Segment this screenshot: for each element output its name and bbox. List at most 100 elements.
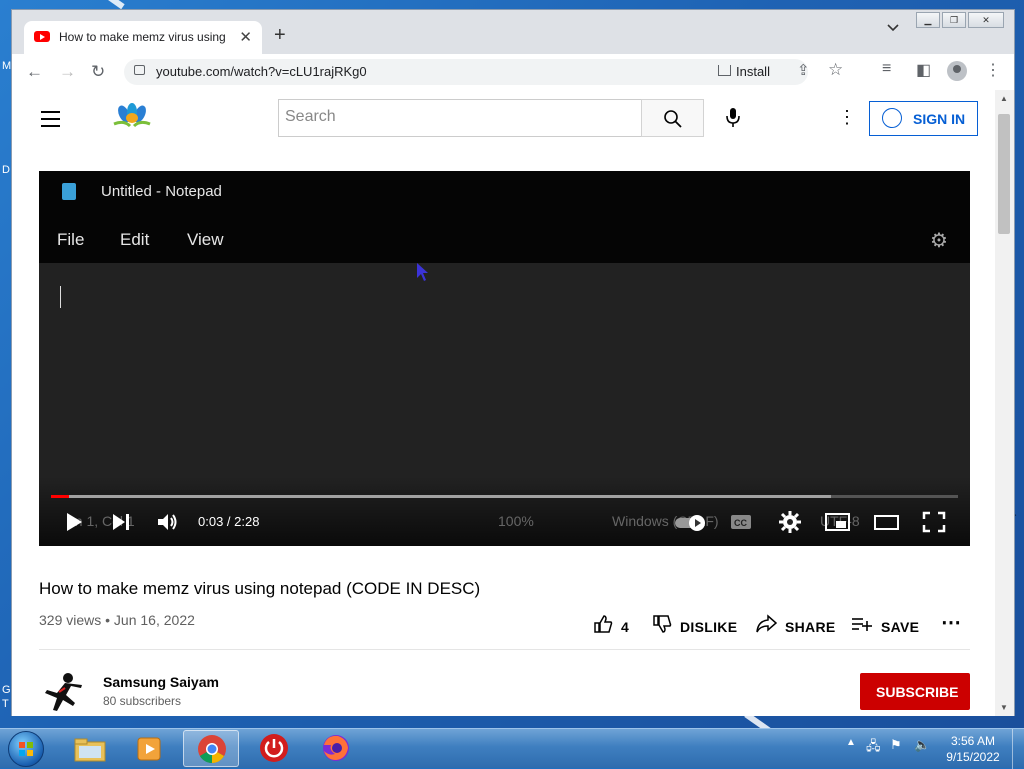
desktop-icon-label[interactable]: D xyxy=(2,164,10,176)
folder-icon xyxy=(74,738,106,762)
subscriber-count: 80 subscribers xyxy=(103,694,182,708)
side-panel-icon[interactable]: ◧ xyxy=(916,60,931,80)
dislike-button[interactable]: DISLIKE xyxy=(652,614,737,635)
scroll-down-icon[interactable]: ▼ xyxy=(1000,703,1008,712)
hamburger-menu-icon[interactable] xyxy=(41,111,60,132)
tab-title: How to make memz virus using n xyxy=(59,30,229,44)
page-scrollbar[interactable]: ▲ ▼ xyxy=(995,90,1014,716)
notepad-menu-view: View xyxy=(187,230,224,249)
search-input[interactable]: Search xyxy=(278,99,642,137)
search-icon xyxy=(664,110,682,128)
address-bar[interactable]: youtube.com/watch?v=cLU1rajRKg0 Install … xyxy=(124,59,843,85)
install-button[interactable]: Install xyxy=(736,64,770,79)
save-label: SAVE xyxy=(881,619,920,635)
thumbs-up-icon xyxy=(594,615,613,633)
action-center-flag-icon[interactable]: ⚑ xyxy=(890,737,902,753)
next-video-icon[interactable] xyxy=(111,510,133,534)
like-count: 4 xyxy=(621,619,630,635)
profile-avatar-icon[interactable] xyxy=(947,61,967,81)
notepad-icon xyxy=(62,183,76,200)
start-button[interactable] xyxy=(8,731,44,767)
notepad-title: Untitled - Notepad xyxy=(101,183,222,200)
close-window-button[interactable]: ✕ xyxy=(968,12,1004,28)
settings-kebab-icon[interactable]: ⋮ xyxy=(838,108,856,126)
account-circle-icon xyxy=(882,108,902,128)
taskbar-chrome[interactable] xyxy=(183,730,239,767)
firefox-icon xyxy=(323,735,349,761)
text-caret xyxy=(60,286,61,308)
site-logo-icon[interactable] xyxy=(104,102,160,132)
svg-text:CC: CC xyxy=(734,518,747,528)
browser-window: How to make memz virus using n ✕ + ▁ ❐ ✕… xyxy=(11,9,1015,716)
search-button[interactable] xyxy=(641,99,704,137)
autoplay-toggle[interactable] xyxy=(673,510,709,534)
microphone-icon[interactable] xyxy=(720,104,746,130)
minimize-window-button[interactable]: ▁ xyxy=(916,12,940,28)
back-arrow-icon[interactable]: ← xyxy=(26,62,43,82)
tab-search-chevron-icon[interactable] xyxy=(887,24,899,32)
save-button[interactable]: SAVE xyxy=(851,614,919,635)
youtube-favicon-icon xyxy=(34,31,50,42)
taskbar: ▲ 🖧 ⚑ 🔈 3:56 AM 9/15/2022 xyxy=(0,728,1024,769)
settings-gear-icon[interactable] xyxy=(778,510,802,534)
tray-expand-icon[interactable]: ▲ xyxy=(846,737,856,748)
show-desktop-button[interactable] xyxy=(1012,729,1024,769)
channel-avatar[interactable] xyxy=(39,668,87,716)
taskbar-explorer[interactable] xyxy=(62,730,118,767)
theater-mode-icon[interactable] xyxy=(873,510,901,534)
taskbar-media-player[interactable] xyxy=(122,730,178,767)
new-tab-button[interactable]: + xyxy=(274,24,286,47)
subscribe-button[interactable]: SUBSCRIBE xyxy=(860,673,970,710)
reload-icon[interactable]: ↻ xyxy=(91,62,105,82)
time-display: 0:03 / 2:28 xyxy=(198,514,260,529)
scrollbar-thumb[interactable] xyxy=(998,114,1010,234)
wallpaper-streak xyxy=(93,0,125,10)
media-queue-icon[interactable]: ≡ xyxy=(882,60,891,78)
video-progress-bar[interactable] xyxy=(51,495,958,498)
system-clock[interactable]: 3:56 AM 9/15/2022 xyxy=(940,733,1006,765)
browser-tab[interactable]: How to make memz virus using n ✕ xyxy=(24,21,262,54)
buffered-bar xyxy=(51,495,832,498)
windows-logo-icon xyxy=(19,742,33,756)
install-icon[interactable] xyxy=(718,65,731,76)
play-icon[interactable] xyxy=(64,510,84,534)
network-icon[interactable]: 🖧 xyxy=(866,737,881,759)
tab-close-icon[interactable]: ✕ xyxy=(239,28,252,46)
video-views-date: 329 views • Jun 16, 2022 xyxy=(39,612,195,628)
fullscreen-icon[interactable] xyxy=(921,510,947,534)
lock-icon xyxy=(134,65,145,75)
taskbar-power-app[interactable] xyxy=(246,730,302,767)
share-button[interactable]: SHARE xyxy=(755,614,836,635)
like-button[interactable]: 4 xyxy=(593,614,629,635)
sign-in-button[interactable]: SIGN IN xyxy=(869,101,978,136)
subscribe-label: SUBSCRIBE xyxy=(876,684,959,700)
channel-name[interactable]: Samsung Saiyam xyxy=(103,674,219,690)
video-title: How to make memz virus using notepad (CO… xyxy=(39,579,481,598)
playlist-add-icon xyxy=(852,618,872,631)
captions-icon[interactable]: CC xyxy=(729,510,753,534)
bookmark-star-icon[interactable]: ☆ xyxy=(828,60,843,80)
notepad-menu-edit: Edit xyxy=(120,230,150,249)
restore-window-button[interactable]: ❐ xyxy=(942,12,966,28)
video-player[interactable]: Untitled - Notepad File Edit View ⚙ Ln 1… xyxy=(39,171,970,546)
media-player-icon xyxy=(137,737,161,761)
volume-icon[interactable] xyxy=(156,510,180,534)
miniplayer-icon[interactable] xyxy=(824,510,852,534)
url-text[interactable]: youtube.com/watch?v=cLU1rajRKg0 xyxy=(156,64,367,79)
desktop-icon-label[interactable]: T xyxy=(2,698,9,710)
clock-time: 3:56 AM xyxy=(950,734,996,748)
status-zoom: 100% xyxy=(498,513,534,529)
share-page-icon[interactable]: ⇪ xyxy=(797,61,810,79)
share-label: SHARE xyxy=(785,619,836,635)
browser-menu-icon[interactable]: ⋮ xyxy=(985,60,1001,80)
forward-arrow-icon[interactable]: → xyxy=(59,62,76,82)
desktop-icon-label[interactable]: G xyxy=(2,684,11,696)
more-actions-icon[interactable]: ⋯ xyxy=(941,610,961,635)
desktop-icon-label[interactable]: M xyxy=(2,60,11,72)
scroll-up-icon[interactable]: ▲ xyxy=(1000,94,1008,103)
power-icon xyxy=(260,734,288,762)
speaker-icon[interactable]: 🔈 xyxy=(914,737,930,753)
taskbar-firefox[interactable] xyxy=(308,730,364,767)
sign-in-label: SIGN IN xyxy=(913,111,966,127)
thumbs-down-icon xyxy=(653,615,672,633)
